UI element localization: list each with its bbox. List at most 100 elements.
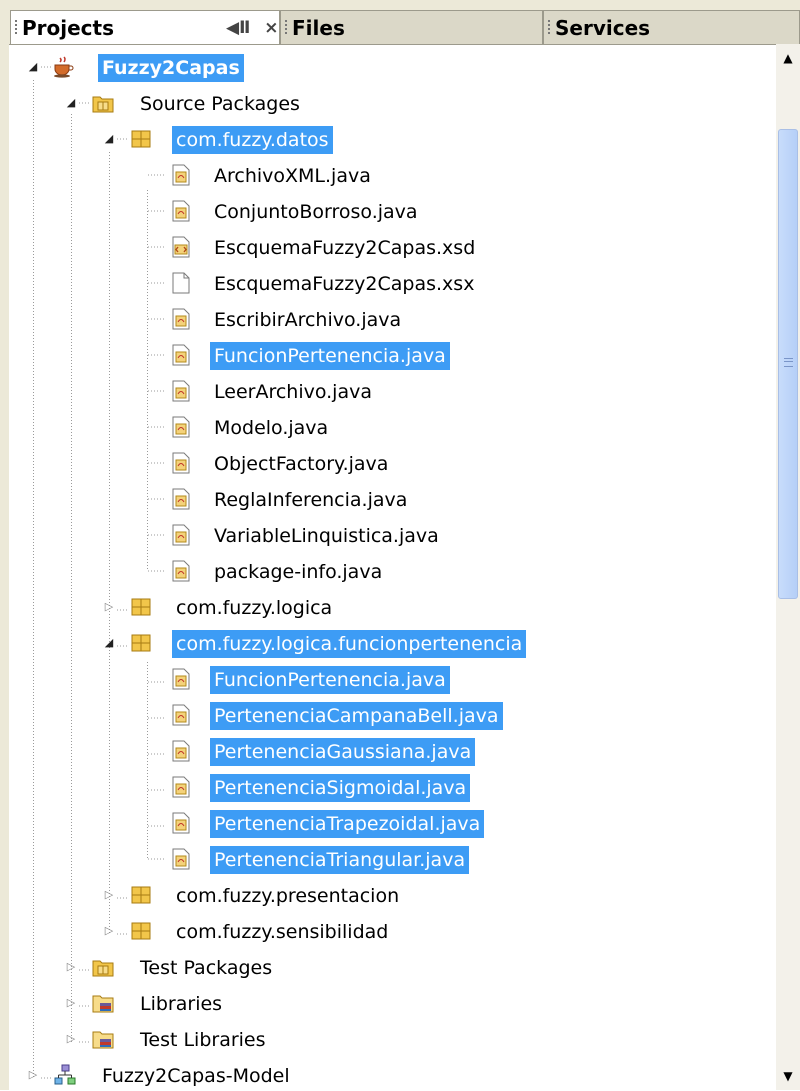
java-file-icon [172,704,190,726]
tree-node-project-model[interactable]: ▷ Fuzzy2Capas-Model [0,1060,776,1090]
minimize-window-icon[interactable]: ◀Ⅱ [226,18,250,38]
tree-node-file[interactable]: ObjectFactory.java [0,448,776,478]
package-funcionpertenencia-label: com.fuzzy.logica.funcionpertenencia [172,630,527,658]
tree-node-project-fuzzy2capas[interactable]: ◢ Fuzzy2Capas [0,52,776,82]
tree-node-file[interactable]: ReglaInferencia.java [0,484,776,514]
xml-schema-file-icon [172,236,190,258]
expanded-triangle-icon[interactable]: ◢ [101,131,117,147]
tab-bar: Projects ◀Ⅱ × Files Services [0,0,800,44]
file-label: ArchivoXML.java [214,165,371,187]
tree-node-file[interactable]: LeerArchivo.java [0,376,776,406]
test-libraries-label: Test Libraries [140,1029,266,1051]
file-label: package-info.java [214,561,383,583]
tab-files-label: Files [292,16,345,40]
file-label: EscquemaFuzzy2Capas.xsd [214,237,476,259]
file-label: ObjectFactory.java [214,453,389,475]
expanded-triangle-icon[interactable]: ◢ [101,635,117,651]
java-file-icon [172,452,190,474]
package-folder-icon [92,96,114,113]
expanded-triangle-icon[interactable]: ◢ [25,59,41,75]
tree-node-file[interactable]: EscquemaFuzzy2Capas.xsx [0,268,776,298]
libraries-label: Libraries [140,993,223,1015]
tree-node-file[interactable]: FuncionPertenencia.java [0,664,776,694]
tree-node-package-datos[interactable]: ◢ com.fuzzy.datos [0,124,776,154]
java-file-icon [172,344,190,366]
test-packages-label: Test Packages [140,957,273,979]
package-datos-label: com.fuzzy.datos [172,126,333,154]
java-file-icon [172,488,190,510]
tree-node-file[interactable]: EscribirArchivo.java [0,304,776,334]
tab-projects[interactable]: Projects ◀Ⅱ × [10,10,280,44]
collapsed-triangle-icon[interactable]: ▷ [63,959,79,975]
scroll-grip-icon [784,358,793,367]
package-logica-label: com.fuzzy.logica [176,597,333,619]
java-file-icon [172,164,190,186]
tree-node-package-sensibilidad[interactable]: ▷ com.fuzzy.sensibilidad [0,916,776,946]
java-file-icon [172,380,190,402]
tree-node-file[interactable]: PertenenciaTriangular.java [0,844,776,874]
drag-grip-icon[interactable] [285,20,287,36]
tree-node-file[interactable]: VariableLinquistica.java [0,520,776,550]
tree-node-file[interactable]: PertenenciaTrapezoidal.java [0,808,776,838]
java-file-icon [172,416,190,438]
tree-node-test-packages[interactable]: ▷ Test Packages [0,952,776,982]
scroll-down-arrow-icon[interactable]: ▼ [776,1064,800,1088]
collapsed-triangle-icon[interactable]: ▷ [101,923,117,939]
java-file-icon [172,308,190,330]
tree-node-package-logica[interactable]: ▷ com.fuzzy.logica [0,592,776,622]
tree-node-test-libraries[interactable]: ▷ Test Libraries [0,1024,776,1054]
package-icon [131,922,151,940]
package-folder-icon [92,960,114,977]
collapsed-triangle-icon[interactable]: ▷ [25,1067,41,1083]
model-project-icon [54,1064,76,1085]
file-label: LeerArchivo.java [214,381,372,403]
package-icon [131,130,151,148]
project-label: Fuzzy2Capas [98,54,244,82]
close-tab-icon[interactable]: × [264,18,278,38]
tree-node-file[interactable]: PertenenciaSigmoidal.java [0,772,776,802]
package-sensibilidad-label: com.fuzzy.sensibilidad [176,921,389,943]
tab-services[interactable]: Services [543,10,800,44]
tree-node-file[interactable]: package-info.java [0,556,776,586]
java-file-icon [172,776,190,798]
java-file-icon [172,848,190,870]
tab-services-label: Services [555,16,651,40]
file-label: FuncionPertenencia.java [210,666,450,694]
tree-node-file[interactable]: PertenenciaGaussiana.java [0,736,776,766]
project-model-label: Fuzzy2Capas-Model [102,1065,290,1087]
expanded-triangle-icon[interactable]: ◢ [63,95,79,111]
drag-grip-icon[interactable] [15,20,17,36]
package-icon [131,634,151,652]
scroll-up-arrow-icon[interactable]: ▲ [776,46,800,70]
generic-file-icon [172,272,190,294]
tree-node-file[interactable]: FuncionPertenencia.java [0,340,776,370]
tab-projects-label: Projects [22,16,115,40]
tree-node-file[interactable]: ConjuntoBorroso.java [0,196,776,226]
library-folder-icon [92,1031,114,1049]
package-icon [131,886,151,904]
tree-node-package-funcionpertenencia[interactable]: ◢ com.fuzzy.logica.funcionpertenencia [0,628,776,658]
vertical-scrollbar[interactable]: ▲ ▼ [776,44,800,1090]
drag-grip-icon[interactable] [548,20,550,36]
scrollbar-thumb[interactable] [778,129,798,599]
collapsed-triangle-icon[interactable]: ▷ [101,599,117,615]
tree-node-file[interactable]: EscquemaFuzzy2Capas.xsd [0,232,776,262]
file-label: EscquemaFuzzy2Capas.xsx [214,273,475,295]
tree-node-package-presentacion[interactable]: ▷ com.fuzzy.presentacion [0,880,776,910]
collapsed-triangle-icon[interactable]: ▷ [63,995,79,1011]
tree-node-libraries[interactable]: ▷ Libraries [0,988,776,1018]
tree-node-file[interactable]: PertenenciaCampanaBell.java [0,700,776,730]
file-label: PertenenciaTriangular.java [210,846,470,874]
java-file-icon [172,560,190,582]
file-label: Modelo.java [214,417,329,439]
java-file-icon [172,812,190,834]
java-file-icon [172,200,190,222]
collapsed-triangle-icon[interactable]: ▷ [63,1031,79,1047]
java-file-icon [172,668,190,690]
collapsed-triangle-icon[interactable]: ▷ [101,887,117,903]
tree-node-file[interactable]: ArchivoXML.java [0,160,776,190]
tab-files[interactable]: Files [280,10,543,44]
file-label: PertenenciaTrapezoidal.java [210,810,485,838]
tree-node-file[interactable]: Modelo.java [0,412,776,442]
tree-node-source-packages[interactable]: ◢ Source Packages [0,88,776,118]
